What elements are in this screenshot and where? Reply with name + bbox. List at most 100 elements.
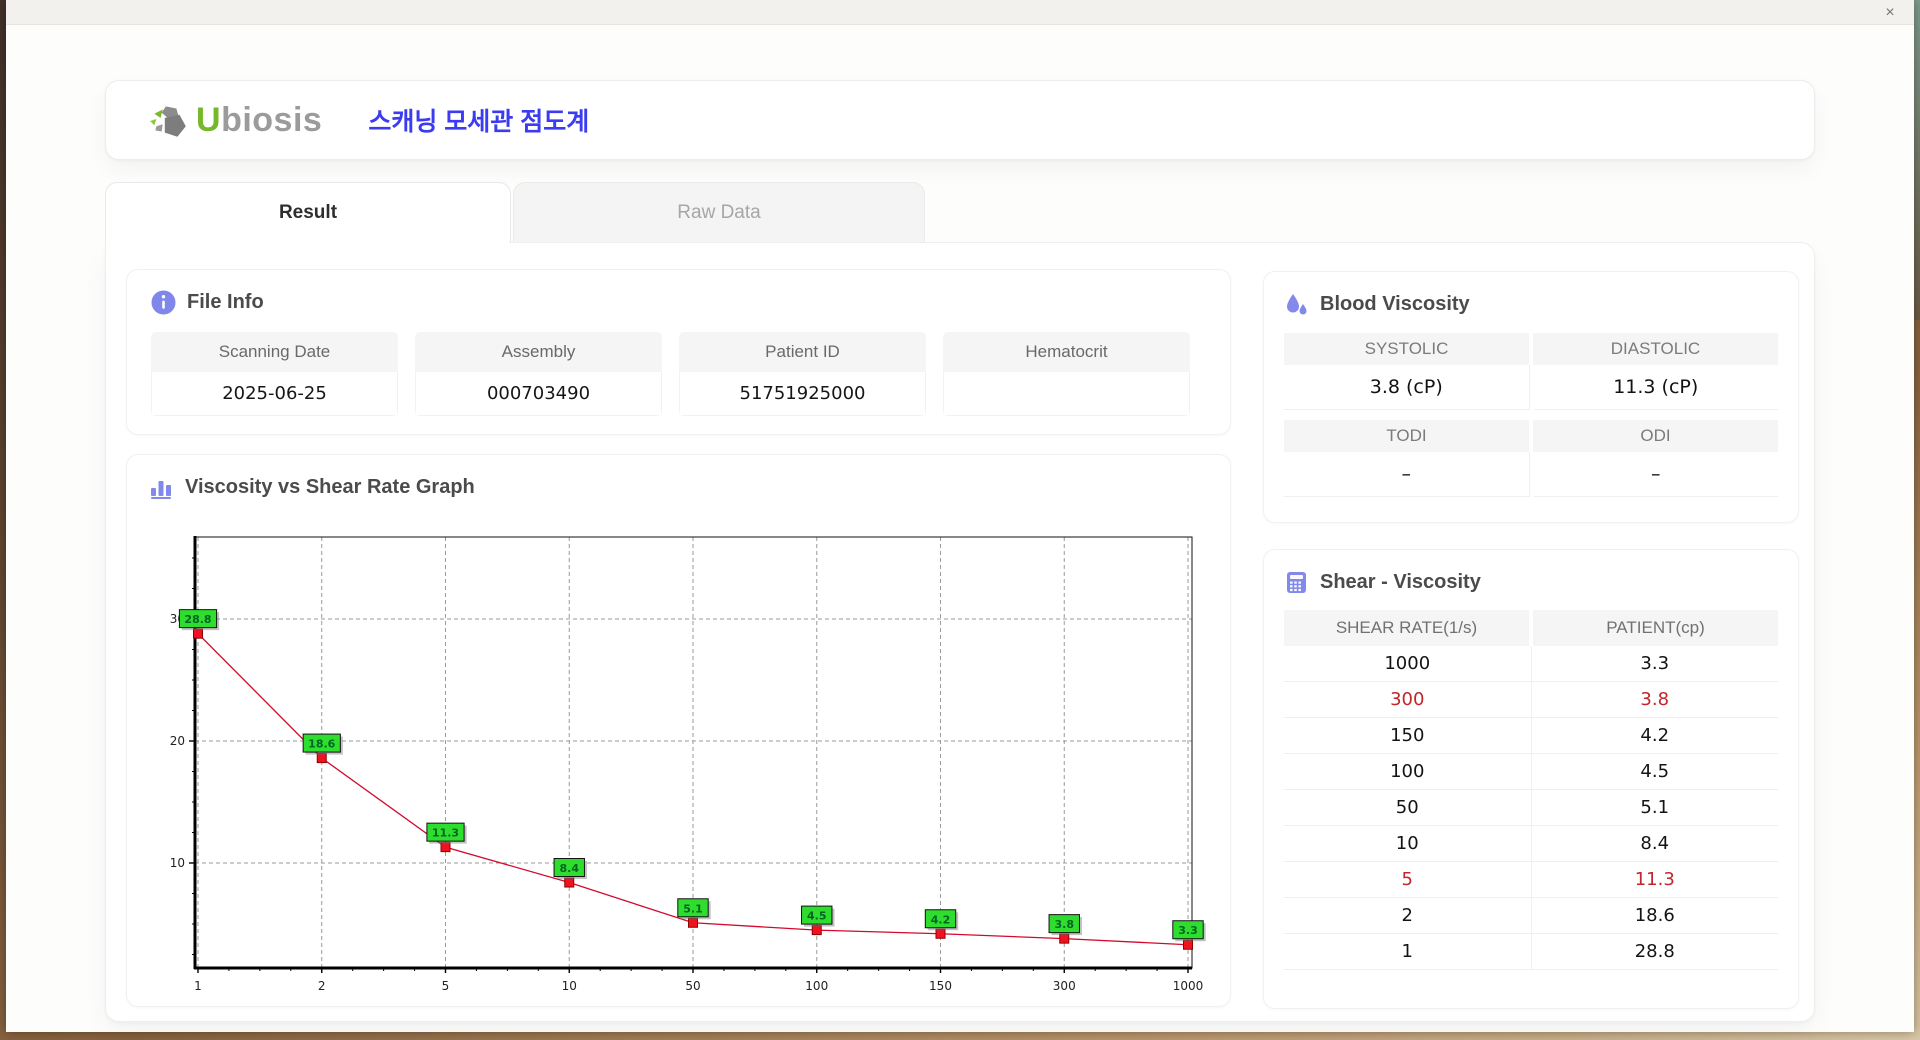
column-header: SHEAR RATE(1/s) — [1284, 610, 1529, 646]
viscosity-graph-card: 10 20 30 1 2 5 10 50 100 150 300 1000 28.8 18.6 11.3 8.… — [126, 454, 1231, 1007]
app-header: Ubiosis 스캐닝 모세관 점도계 — [105, 80, 1815, 160]
blood-viscosity-grid: SYSTOLIC DIASTOLIC 3.8 (cP) 11.3 (cP) TODI OD… — [1284, 333, 1778, 497]
desktop-background-sliver — [1913, 0, 1920, 320]
shear-viscosity-title: Shear - Viscosity — [1320, 571, 1481, 593]
field-label: Assembly — [415, 332, 662, 372]
patient-viscosity-cell: 5.1 — [1640, 797, 1670, 818]
app-window: × Ubiosis 스캐닝 모세관 점도계 Result Raw Data Fi… — [6, 0, 1914, 1032]
file-info-title: File Info — [187, 291, 264, 313]
viscosity-chart: 1020301 2 5 10 50 100 150 300 100028.818.611.38.… — [170, 536, 1206, 993]
bv-label: TODI — [1284, 420, 1529, 452]
blood-drops-icon — [1287, 294, 1307, 315]
svg-text:5.1: 5.1 — [683, 902, 703, 915]
svg-text:11.3: 11.3 — [432, 827, 459, 840]
bv-value: – — [1533, 452, 1778, 497]
shear-viscosity-table-body: 1000 3.3 300 3.8 150 4.2 100 4.5 50 5.1 10 8.4 5 11.3… — [1284, 646, 1778, 970]
ubiosis-logo-icon — [150, 106, 186, 137]
data-point — [1059, 933, 1070, 944]
file-info-card: File Info Scanning Date 2025-06-25 Assembl… — [126, 269, 1231, 435]
svg-text:28.8: 28.8 — [184, 613, 211, 626]
data-point — [688, 917, 698, 928]
shear-rate-cell: 50 — [1284, 790, 1532, 825]
field-label: Scanning Date — [151, 332, 398, 372]
svg-text:150: 150 — [929, 979, 952, 993]
patient-viscosity-cell: 3.8 — [1640, 689, 1670, 710]
blood-viscosity-title: Blood Viscosity — [1320, 293, 1470, 315]
table-row: 100 4.5 — [1284, 754, 1778, 790]
shear-viscosity-card: Shear - Viscosity SHEAR RATE(1/s) PATIENT… — [1263, 549, 1799, 1009]
shear-rate-cell: 5 — [1284, 862, 1532, 897]
svg-text:1: 1 — [194, 979, 202, 993]
logo-wordmark: Ubiosis — [196, 101, 322, 140]
table-row: 300 3.8 — [1284, 682, 1778, 718]
info-icon — [151, 290, 176, 315]
close-icon[interactable]: × — [1878, 1, 1902, 24]
file-info-field: Patient ID 51751925000 — [679, 332, 926, 416]
data-point — [564, 877, 575, 888]
shear-viscosity-table-header: SHEAR RATE(1/s) PATIENT(cp) — [1284, 610, 1778, 646]
patient-viscosity-cell: 28.8 — [1634, 941, 1675, 962]
result-tab-panel: File Info Scanning Date 2025-06-25 Assembl… — [105, 242, 1815, 1022]
field-label: Patient ID — [679, 332, 926, 372]
svg-text:100: 100 — [805, 979, 828, 993]
table-row: 50 5.1 — [1284, 790, 1778, 826]
column-header: PATIENT(cp) — [1533, 610, 1778, 646]
shear-viscosity-table: SHEAR RATE(1/s) PATIENT(cp) 1000 3.3 300 3.8… — [1284, 610, 1778, 970]
table-row: 1 28.8 — [1284, 934, 1778, 970]
data-point — [1183, 939, 1193, 950]
svg-text:1000: 1000 — [1173, 979, 1204, 993]
ubiosis-logo: Ubiosis — [148, 99, 322, 141]
table-row: 5 11.3 — [1284, 862, 1778, 898]
tab-raw-data[interactable]: Raw Data — [513, 182, 925, 242]
shear-rate-cell: 1000 — [1284, 646, 1532, 681]
patient-viscosity-cell: 3.3 — [1640, 653, 1670, 674]
tab-result[interactable]: Result — [105, 182, 511, 243]
bar-chart-icon — [151, 481, 171, 499]
blood-viscosity-card: Blood Viscosity SYSTOLIC DIASTOLIC 3.8 (cP… — [1263, 271, 1799, 523]
patient-viscosity-cell: 4.2 — [1640, 725, 1670, 746]
shear-rate-cell: 10 — [1284, 826, 1532, 861]
svg-text:10: 10 — [170, 856, 185, 870]
svg-text:10: 10 — [562, 979, 577, 993]
svg-text:4.5: 4.5 — [807, 910, 827, 923]
field-label: Hematocrit — [943, 332, 1190, 372]
patient-viscosity-cell: 11.3 — [1634, 869, 1675, 890]
logo-letter-u: U — [196, 100, 222, 139]
logo-word-rest: biosis — [221, 100, 323, 139]
table-row: 10 8.4 — [1284, 826, 1778, 862]
bv-label: ODI — [1533, 420, 1778, 452]
bv-label: DIASTOLIC — [1533, 333, 1778, 365]
page-title: 스캐닝 모세관 점도계 — [368, 108, 590, 136]
file-info-field: Assembly 000703490 — [415, 332, 662, 416]
patient-viscosity-cell: 4.5 — [1640, 761, 1670, 782]
table-row: 150 4.2 — [1284, 718, 1778, 754]
svg-text:2: 2 — [318, 979, 326, 993]
shear-rate-cell: 100 — [1284, 754, 1532, 789]
svg-text:18.6: 18.6 — [308, 738, 335, 751]
file-info-field: Scanning Date 2025-06-25 — [151, 332, 398, 416]
svg-text:3.3: 3.3 — [1178, 924, 1198, 937]
table-grid-icon — [1287, 572, 1306, 593]
svg-text:8.4: 8.4 — [560, 862, 580, 875]
bv-value: 3.8 (cP) — [1284, 365, 1530, 410]
data-point — [811, 925, 822, 936]
field-value: 000703490 — [415, 372, 662, 416]
svg-text:3.8: 3.8 — [1055, 918, 1075, 931]
file-info-field: Hematocrit — [943, 332, 1190, 416]
field-value: 51751925000 — [679, 372, 926, 416]
graph-title: Viscosity vs Shear Rate Graph — [185, 476, 475, 498]
file-info-fields: Scanning Date 2025-06-25 Assembly 000703490… — [151, 332, 1206, 416]
shear-rate-cell: 1 — [1284, 934, 1532, 969]
window-titlebar: × — [6, 0, 1914, 25]
svg-text:5: 5 — [442, 979, 450, 993]
svg-text:300: 300 — [1053, 979, 1076, 993]
shear-rate-cell: 150 — [1284, 718, 1532, 753]
shear-rate-cell: 300 — [1284, 682, 1532, 717]
data-point — [316, 753, 327, 764]
data-point — [935, 928, 946, 939]
bv-value: – — [1284, 452, 1530, 497]
table-row: 2 18.6 — [1284, 898, 1778, 934]
data-point — [440, 842, 451, 853]
shear-rate-cell: 2 — [1284, 898, 1532, 933]
field-value — [943, 372, 1190, 416]
